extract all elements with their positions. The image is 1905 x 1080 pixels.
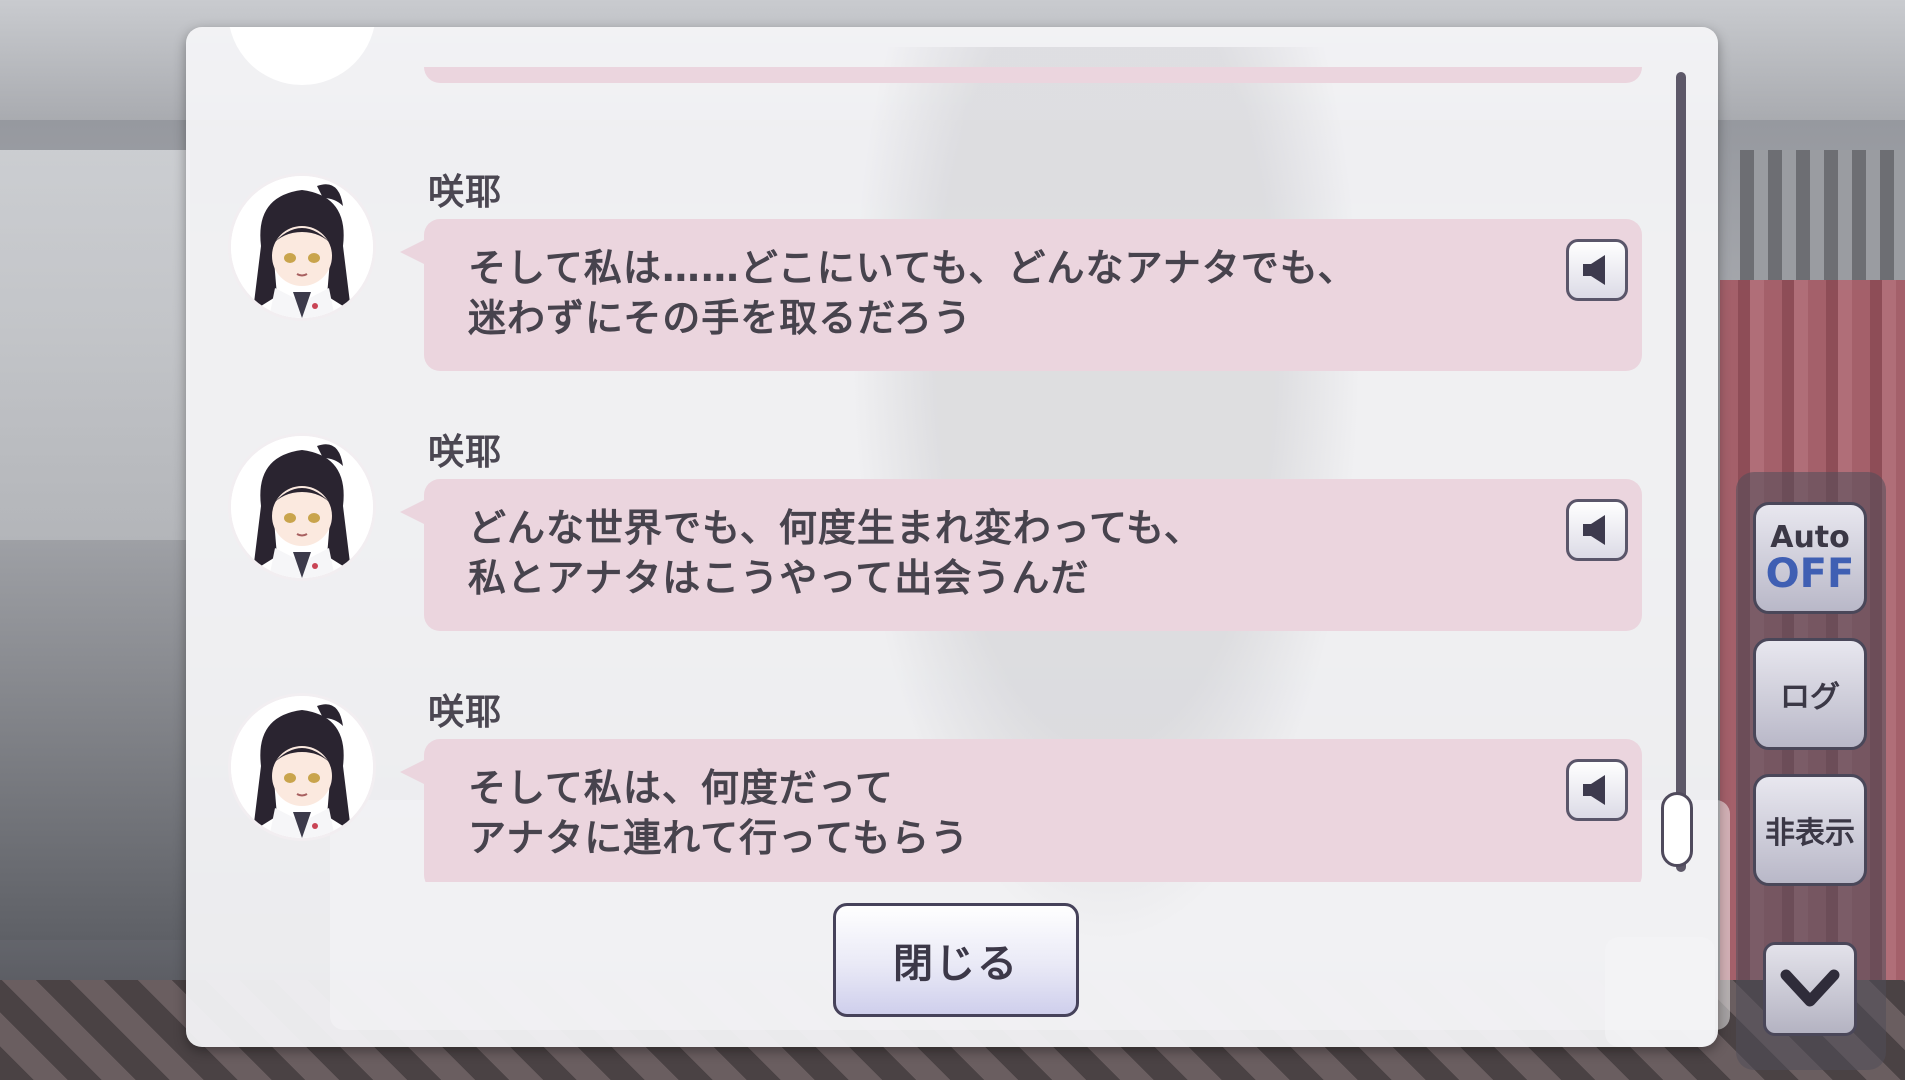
voice-replay-button[interactable] [1566, 759, 1628, 821]
scrollbar-thumb[interactable] [1661, 792, 1693, 867]
log-button-label: ログ [1780, 680, 1840, 715]
background-wall-stripes [1740, 150, 1905, 280]
dialogue-bubble: どんな世界でも、何度生まれ変わっても、 私とアナタはこうやって出会うんだ [400, 479, 1642, 631]
hide-button[interactable]: 非表示 [1753, 774, 1867, 886]
log-entry: 咲耶 そして私は、何度だって アナタに連れて行ってもらう [186, 659, 1718, 882]
speaker-icon [1583, 255, 1605, 285]
chevron-down-icon [1780, 969, 1840, 1007]
dialogue-text: そして私は、何度だって アナタに連れて行ってもらう [468, 766, 970, 860]
auto-toggle-button[interactable]: Auto OFF [1753, 502, 1867, 614]
background-chairs [0, 540, 190, 940]
close-button[interactable]: 閉じる [833, 903, 1079, 1017]
log-entry: 咲耶 そして私は……どこにいても、どんなアナタでも、 迷わずにその手を取るだろう [186, 139, 1718, 371]
sakuya-chibi-icon [231, 436, 373, 578]
avatar [228, 173, 376, 321]
previous-entry-avatar [228, 27, 376, 85]
auto-state: OFF [1765, 551, 1855, 597]
log-button[interactable]: ログ [1753, 638, 1867, 750]
previous-entry-bubble [424, 67, 1642, 83]
speaker-icon [1583, 515, 1605, 545]
backlog-scroll-area[interactable]: 咲耶 そして私は……どこにいても、どんなアナタでも、 迷わずにその手を取るだろう [186, 27, 1718, 882]
scrollbar-track[interactable] [1676, 72, 1686, 872]
speaker-name: 咲耶 [428, 172, 503, 213]
dialogue-text: そして私は……どこにいても、どんなアナタでも、 迷わずにその手を取るだろう [468, 246, 1357, 340]
voice-replay-button[interactable] [1566, 239, 1628, 301]
backlog-panel: 咲耶 そして私は……どこにいても、どんなアナタでも、 迷わずにその手を取るだろう [186, 27, 1718, 1047]
dialogue-bubble: そして私は……どこにいても、どんなアナタでも、 迷わずにその手を取るだろう [400, 219, 1642, 371]
sakuya-chibi-icon [231, 696, 373, 838]
close-button-label: 閉じる [893, 941, 1019, 987]
speaker-name: 咲耶 [428, 432, 503, 473]
dialogue-bubble: そして私は、何度だって アナタに連れて行ってもらう [400, 739, 1642, 882]
sakuya-chibi-icon [231, 176, 373, 318]
speaker-name: 咲耶 [428, 692, 503, 733]
auto-label: Auto [1770, 520, 1850, 555]
voice-replay-button[interactable] [1566, 499, 1628, 561]
side-menu: Auto OFF ログ 非表示 [1736, 472, 1886, 1070]
scroll-down-button[interactable] [1763, 942, 1857, 1036]
avatar [228, 433, 376, 581]
dialogue-text: どんな世界でも、何度生まれ変わっても、 私とアナタはこうやって出会うんだ [468, 506, 1203, 600]
hide-button-label: 非表示 [1765, 816, 1855, 851]
avatar [228, 693, 376, 841]
background-window [0, 150, 190, 570]
speaker-icon [1583, 775, 1605, 805]
log-entry: 咲耶 どんな世界でも、何度生まれ変わっても、 私とアナタはこうやって出会うんだ [186, 399, 1718, 631]
